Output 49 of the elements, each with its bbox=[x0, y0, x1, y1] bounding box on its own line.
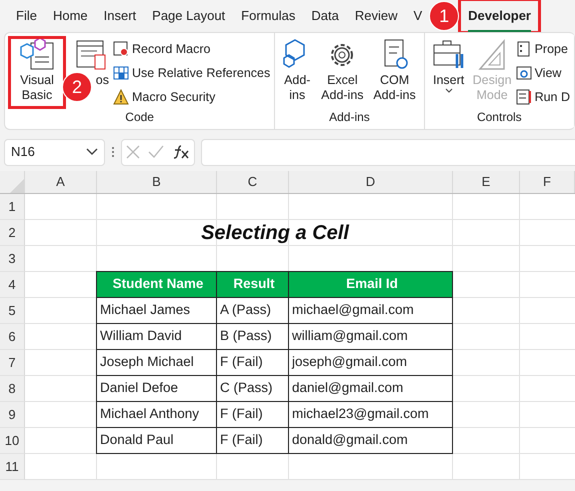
ribbon-tab[interactable]: V bbox=[405, 2, 430, 30]
name-box[interactable]: N16 bbox=[4, 138, 105, 166]
column-header-cell: Student Name bbox=[96, 271, 217, 298]
table-cell: Donald Paul bbox=[96, 427, 217, 454]
chevron-icon[interactable] bbox=[86, 148, 98, 156]
ribbon-tab[interactable]: Data bbox=[303, 2, 347, 30]
ribbon-button[interactable]: COM Add-ins bbox=[369, 37, 420, 108]
ribbon-button[interactable]: Record Macro bbox=[113, 38, 270, 61]
column-header[interactable]: E bbox=[453, 171, 520, 193]
ribbon-tab[interactable]: Formulas bbox=[233, 2, 304, 30]
magnifier-window-icon bbox=[516, 65, 532, 82]
ribbon-button[interactable]: Excel Add-ins bbox=[317, 37, 368, 108]
group-label: Controls bbox=[476, 109, 523, 126]
group-label: Add-ins bbox=[328, 109, 371, 126]
ribbon-tab[interactable]: Review bbox=[346, 2, 406, 30]
ribbon-button[interactable]: Prope bbox=[516, 38, 570, 61]
function-icon[interactable] bbox=[172, 144, 190, 160]
ribbon-button[interactable]: View bbox=[516, 62, 570, 84]
ribbon-tab[interactable]: Home bbox=[44, 2, 96, 30]
ribbon-tab[interactable]: Developer bbox=[460, 0, 539, 32]
ribbon-tab[interactable]: Page Layout bbox=[144, 2, 234, 30]
ribbon-button[interactable]: Add-ins bbox=[279, 37, 316, 108]
step-badge: 1 bbox=[429, 1, 460, 31]
column-header[interactable]: F bbox=[520, 171, 575, 193]
column-header[interactable]: C bbox=[217, 171, 289, 193]
cancel-icon[interactable] bbox=[126, 145, 140, 159]
ribbon-tab[interactable]: Insert bbox=[96, 2, 144, 30]
column-header[interactable]: A bbox=[25, 171, 97, 193]
record-icon bbox=[113, 41, 129, 58]
table-cell: donald@gmail.com bbox=[288, 427, 453, 454]
check-icon[interactable] bbox=[148, 145, 164, 159]
ribbon-button[interactable]: Macro Security bbox=[113, 86, 270, 108]
ribbon-button[interactable]: Visual Basic bbox=[9, 37, 65, 108]
column-header-cell: Email Id bbox=[288, 271, 453, 298]
properties-icon bbox=[516, 41, 532, 58]
group-label: Code bbox=[124, 109, 155, 126]
list-icon bbox=[516, 88, 532, 105]
ribbon-button[interactable]: Run D bbox=[516, 86, 570, 108]
ribbon-tab[interactable]: File bbox=[8, 2, 45, 30]
ribbon-button[interactable]: Use Relative References bbox=[113, 62, 270, 84]
column-header[interactable]: D bbox=[289, 171, 453, 193]
column-header-cell: Result bbox=[216, 271, 289, 298]
ribbon-button[interactable]: Insert bbox=[428, 37, 469, 108]
sheet-title: Selecting a Cell bbox=[200, 221, 350, 246]
formula-bar[interactable] bbox=[201, 138, 575, 166]
grip-icon bbox=[111, 146, 115, 158]
grid-icon bbox=[113, 65, 129, 82]
warning-icon bbox=[113, 88, 129, 105]
column-header[interactable]: B bbox=[97, 171, 217, 193]
